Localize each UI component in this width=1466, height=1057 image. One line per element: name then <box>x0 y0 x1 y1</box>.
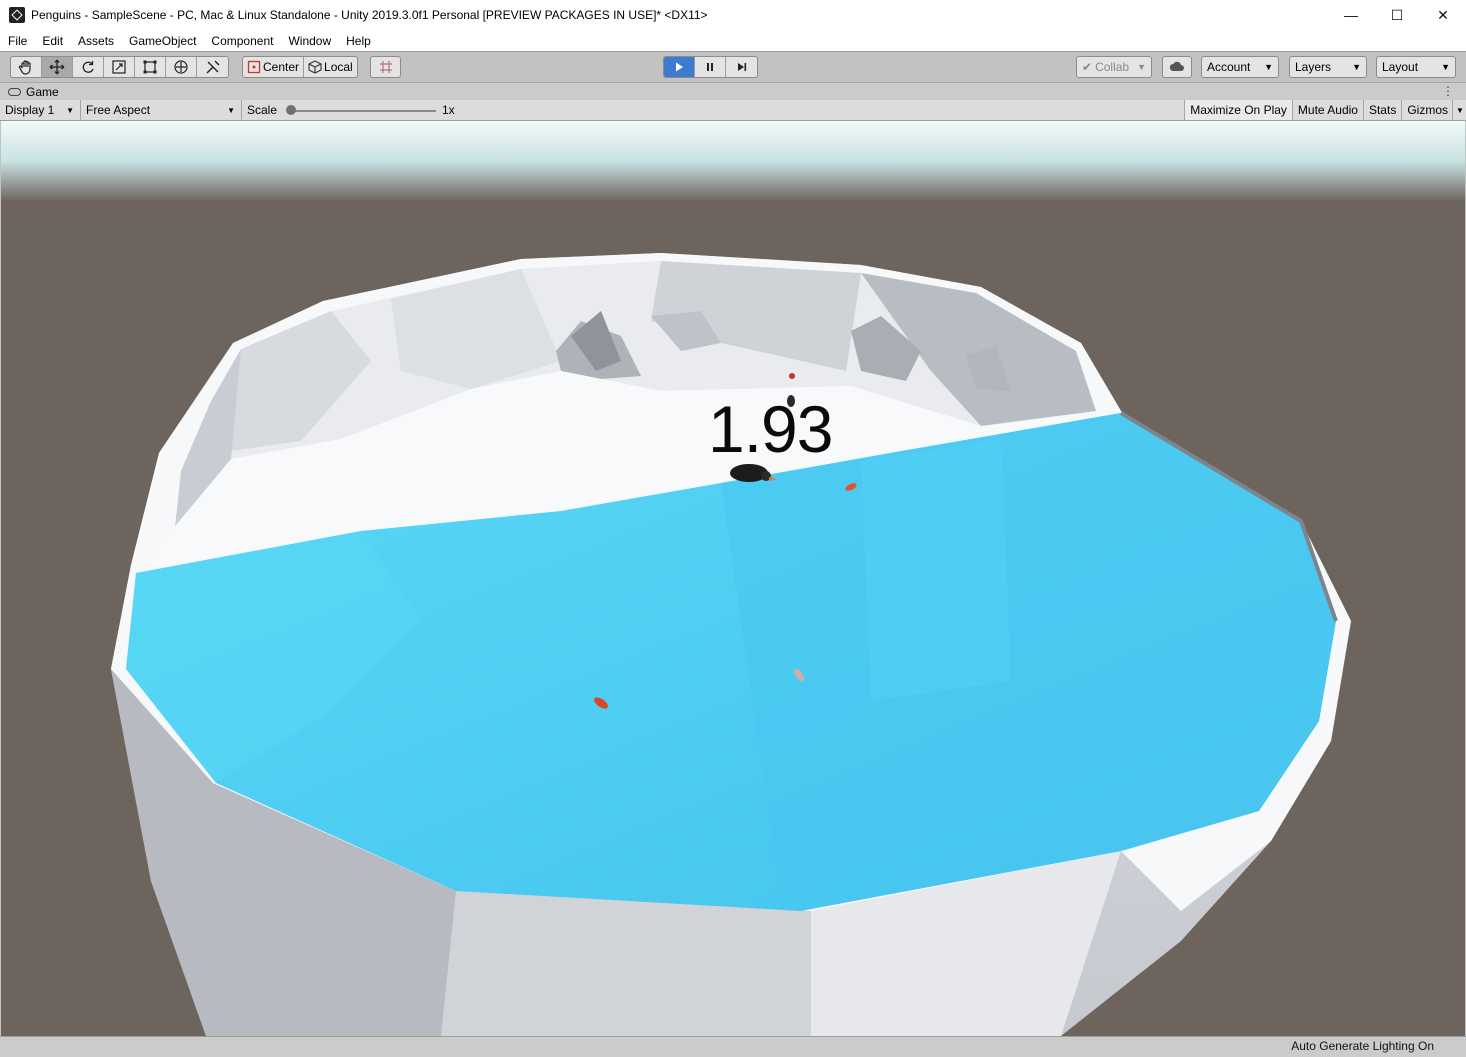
main-toolbar: Center Local ✔ Collab ▼ Account ▼ Layers… <box>0 51 1466 82</box>
game-view-toggles: Maximize On Play Mute Audio Stats Gizmos… <box>1184 100 1466 120</box>
play-icon <box>676 62 683 72</box>
play-button[interactable] <box>664 57 695 77</box>
game-view-controls: Display 1 ▼ Free Aspect ▼ Scale 1x Maxim… <box>0 100 1466 121</box>
chevron-down-icon: ▼ <box>1264 62 1273 72</box>
tab-options-icon[interactable]: ⋮ <box>1442 84 1454 98</box>
window-controls: — ☐ ✕ <box>1328 0 1466 30</box>
account-label: Account <box>1207 60 1251 74</box>
grid-snap-button[interactable] <box>371 57 400 77</box>
center-pivot-icon <box>247 60 261 74</box>
mute-audio-toggle[interactable]: Mute Audio <box>1291 100 1363 120</box>
rect-transform-icon <box>143 60 157 74</box>
lighting-status[interactable]: Auto Generate Lighting On <box>1291 1039 1434 1053</box>
cloud-button[interactable] <box>1162 56 1192 78</box>
transform-tools <box>10 56 229 78</box>
pivot-center-toggle[interactable]: Center <box>243 57 305 77</box>
menu-component[interactable]: Component <box>203 34 280 48</box>
gamepad-icon <box>8 87 21 96</box>
transform-gizmo-icon <box>174 60 188 74</box>
pivot-center-label: Center <box>263 60 300 74</box>
scale-label-cell: Scale <box>242 100 282 120</box>
local-space-cube-icon <box>308 60 322 74</box>
pivot-local-toggle[interactable]: Local <box>304 57 357 77</box>
scale-slider-track[interactable] <box>290 110 436 112</box>
chevron-down-icon: ▼ <box>1137 62 1146 72</box>
score-text: 1.93 <box>708 392 833 466</box>
scale-tool-button[interactable] <box>104 57 135 77</box>
hand-icon <box>18 60 31 75</box>
gizmos-dropdown-arrow[interactable]: ▼ <box>1452 100 1466 120</box>
gizmos-toggle[interactable]: Gizmos <box>1401 100 1452 120</box>
maximize-button[interactable]: ☐ <box>1374 0 1420 30</box>
aspect-dropdown[interactable]: Free Aspect ▼ <box>81 100 242 120</box>
game-tab-header: Game ⋮ <box>0 82 1466 100</box>
pivot-toggles: Center Local <box>242 56 358 78</box>
cloud-icon <box>1169 61 1184 71</box>
collab-check-icon: ✔ <box>1082 60 1093 74</box>
collab-label: Collab <box>1095 60 1130 74</box>
chevron-down-icon: ▼ <box>1352 62 1361 72</box>
custom-tool-button[interactable] <box>197 57 228 77</box>
layout-dropdown[interactable]: Layout ▼ <box>1376 56 1456 78</box>
scale-slider-handle[interactable] <box>286 105 296 115</box>
transform-tool-button[interactable] <box>166 57 197 77</box>
display-dropdown[interactable]: Display 1 ▼ <box>0 100 81 120</box>
scale-value: 1x <box>442 103 455 117</box>
gizmos-label: Gizmos <box>1407 103 1448 117</box>
display-label: Display 1 <box>5 103 55 117</box>
chevron-down-icon: ▼ <box>66 105 74 115</box>
menu-file[interactable]: File <box>0 34 34 48</box>
grid-snap-icon <box>379 61 392 73</box>
collab-dropdown[interactable]: ✔ Collab ▼ <box>1076 56 1152 78</box>
account-dropdown[interactable]: Account ▼ <box>1201 56 1279 78</box>
step-forward-icon <box>737 63 746 71</box>
tools-wrench-icon <box>206 60 219 74</box>
maximize-on-play-toggle[interactable]: Maximize On Play <box>1184 100 1292 120</box>
window-title: Penguins - SampleScene - PC, Mac & Linux… <box>31 8 708 22</box>
menu-bar: File Edit Assets GameObject Component Wi… <box>0 30 1466 51</box>
tab-game-label: Game <box>26 84 59 99</box>
layout-label: Layout <box>1382 60 1419 74</box>
menu-help[interactable]: Help <box>338 34 378 48</box>
rotate-icon <box>82 61 94 73</box>
menu-window[interactable]: Window <box>280 34 338 48</box>
chevron-down-icon: ▼ <box>227 105 235 115</box>
minimize-button[interactable]: — <box>1328 0 1374 30</box>
status-bar: Auto Generate Lighting On <box>0 1036 1466 1057</box>
layers-label: Layers <box>1295 60 1332 74</box>
pivot-local-label: Local <box>324 60 353 74</box>
layers-dropdown[interactable]: Layers ▼ <box>1289 56 1367 78</box>
chevron-down-icon: ▼ <box>1441 62 1450 72</box>
move-tool-button[interactable] <box>42 57 73 77</box>
tab-game[interactable]: Game <box>0 83 67 101</box>
step-button[interactable] <box>726 57 757 77</box>
game-viewport[interactable]: 1.93 <box>1 121 1465 1036</box>
grid-snap-group <box>370 56 401 78</box>
pause-icon <box>707 63 713 71</box>
menu-edit[interactable]: Edit <box>34 34 70 48</box>
scene-render <box>1 121 1465 1036</box>
close-button[interactable]: ✕ <box>1420 0 1466 30</box>
playmode-controls <box>663 56 758 78</box>
unity-logo-icon <box>9 7 25 23</box>
pause-button[interactable] <box>695 57 726 77</box>
scale-icon <box>112 60 126 74</box>
menu-gameobject[interactable]: GameObject <box>121 34 203 48</box>
stats-toggle[interactable]: Stats <box>1362 100 1401 120</box>
rect-tool-button[interactable] <box>135 57 166 77</box>
move-arrows-icon <box>49 59 65 75</box>
aspect-label: Free Aspect <box>86 103 151 117</box>
scale-label: Scale <box>247 103 278 117</box>
hand-tool-button[interactable] <box>11 57 42 77</box>
menu-assets[interactable]: Assets <box>70 34 121 48</box>
title-bar: Penguins - SampleScene - PC, Mac & Linux… <box>0 0 1466 30</box>
rotate-tool-button[interactable] <box>73 57 104 77</box>
